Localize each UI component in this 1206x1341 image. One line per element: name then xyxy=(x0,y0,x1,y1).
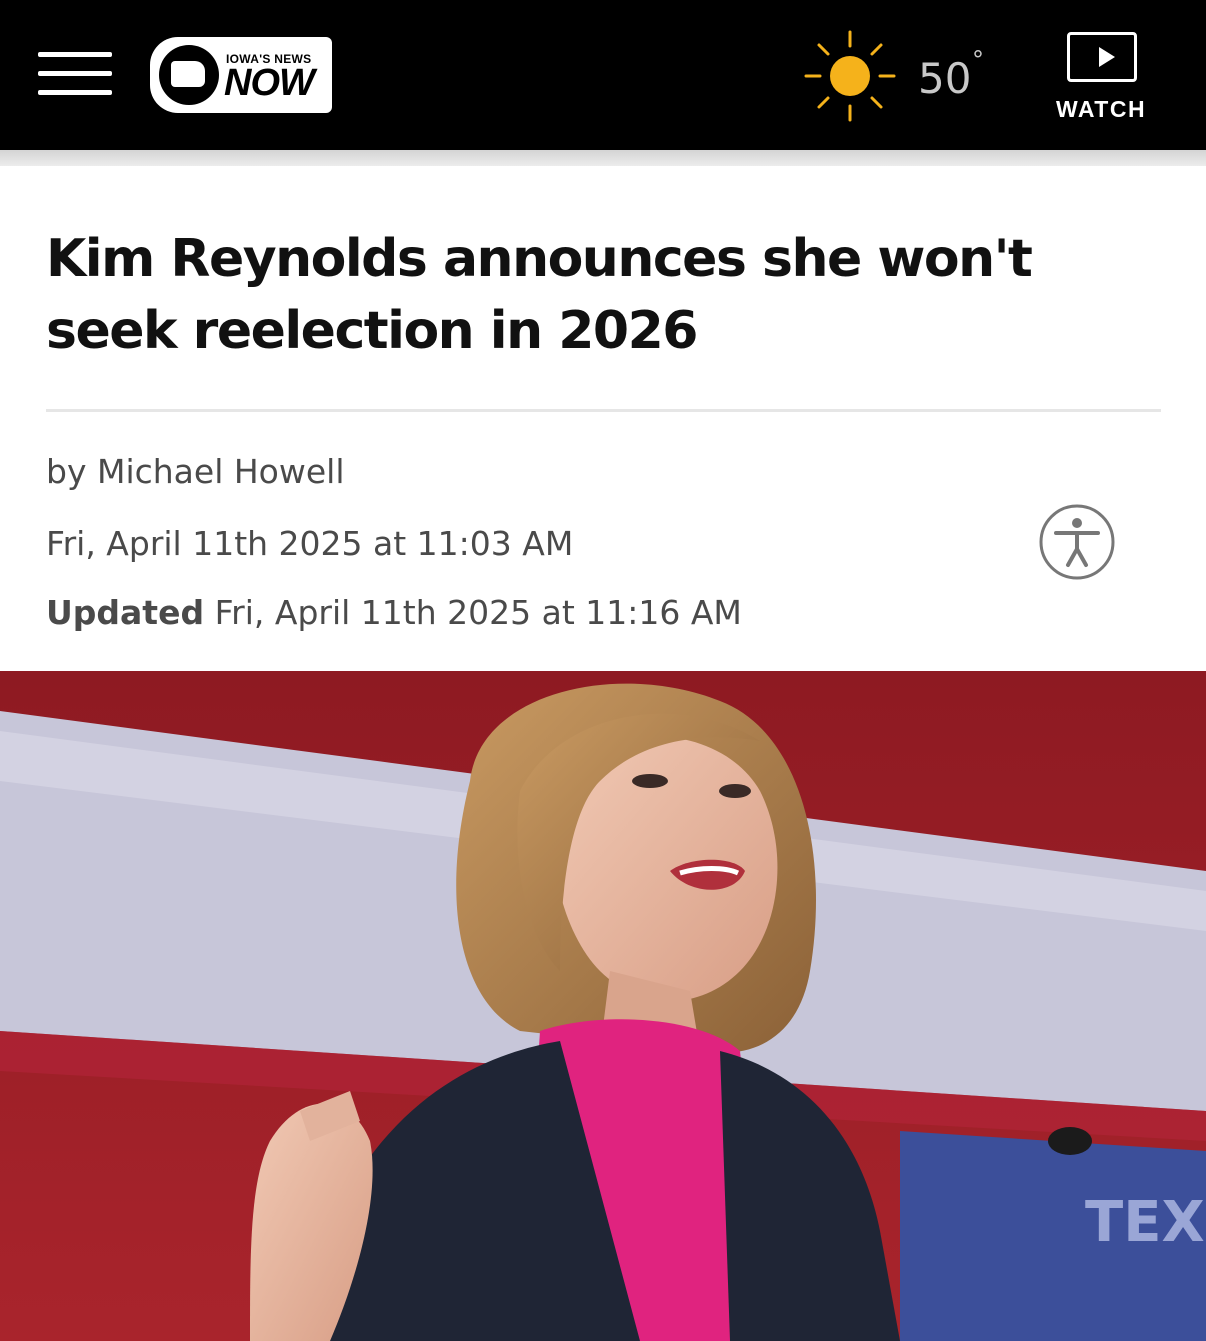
menu-line xyxy=(38,52,112,57)
published-date: Fri, April 11th 2025 at 11:03 AM xyxy=(46,524,574,563)
logo-circle-icon xyxy=(159,45,219,105)
temperature-value[interactable]: 50 xyxy=(918,54,971,104)
updated-time: Fri, April 11th 2025 at 11:16 AM xyxy=(214,593,742,632)
updated-label: Updated xyxy=(46,593,205,632)
watch-label: WATCH xyxy=(1055,96,1147,122)
menu-line xyxy=(38,71,112,76)
logo-wordmark: NOW xyxy=(224,62,315,104)
play-icon xyxy=(1067,32,1137,82)
play-triangle xyxy=(1099,47,1115,67)
article-headline: Kim Reynolds announces she won't seek re… xyxy=(46,229,1033,361)
article-page: IOWA'S NEWS NOW 50 ° WATCH Kim Reynolds … xyxy=(0,0,1206,1341)
iowa-state-shape-icon xyxy=(171,61,205,87)
menu-line xyxy=(38,90,112,95)
headline-divider xyxy=(46,409,1161,412)
sun-icon[interactable] xyxy=(802,28,898,124)
article-byline[interactable]: by Michael Howell xyxy=(46,451,344,493)
updated-date: Updated Fri, April 11th 2025 at 11:16 AM xyxy=(46,592,742,634)
hero-photo: TEX xyxy=(0,671,1206,1341)
lectern-sign-text: TEX xyxy=(1085,1190,1205,1255)
watch-button[interactable]: WATCH xyxy=(1050,32,1154,128)
site-logo[interactable]: IOWA'S NEWS NOW xyxy=(150,37,332,113)
header-divider xyxy=(0,150,1206,166)
hamburger-menu-icon[interactable] xyxy=(38,52,112,96)
top-navigation-bar: IOWA'S NEWS NOW 50 ° WATCH xyxy=(0,0,1206,150)
degree-symbol: ° xyxy=(972,46,984,74)
accessibility-icon[interactable] xyxy=(1038,503,1116,581)
